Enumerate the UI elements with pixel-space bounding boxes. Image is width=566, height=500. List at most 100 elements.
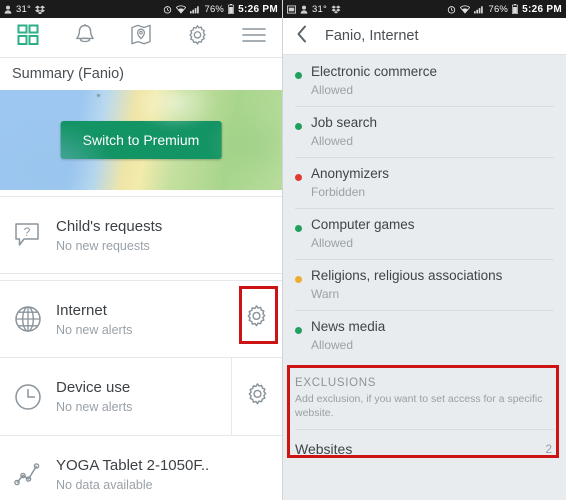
category-text: Religions, religious associations Warn [311, 268, 554, 301]
category-row-job-search[interactable]: Job search Allowed [283, 106, 566, 157]
chart-line-icon [0, 460, 56, 490]
wifi-icon [176, 4, 187, 14]
category-name: Job search [311, 115, 378, 130]
toolbar-item-map[interactable] [121, 21, 161, 55]
status-bar-right-icons: 76% 5:26 PM [163, 4, 278, 15]
exclusions-row-count: 2 [545, 442, 552, 457]
summary-row-subtitle: No new alerts [56, 322, 133, 337]
summary-row-subtitle: No new requests [56, 238, 150, 253]
temperature-label: 31° [312, 3, 327, 15]
device-use-settings-gear-button[interactable] [231, 358, 282, 435]
summary-row-title: Child's requests [56, 217, 163, 235]
category-row-religions[interactable]: Religions, religious associations Warn [283, 259, 566, 310]
clock-label: 5:26 PM [238, 3, 278, 15]
category-status: Allowed [311, 82, 354, 97]
status-bar-left-icons: 31° [287, 4, 341, 15]
category-name: News media [311, 319, 386, 334]
category-text: News media Allowed [311, 319, 554, 352]
summary-row-text: Child's requests No new requests [56, 218, 231, 253]
bell-icon [74, 23, 96, 52]
map-marker-dot [97, 94, 100, 97]
category-name: Religions, religious associations [311, 268, 503, 283]
dashboard-icon [17, 24, 39, 51]
battery-percent-label: 76% [488, 3, 509, 15]
category-text: Electronic commerce Allowed [311, 64, 554, 97]
back-button[interactable] [291, 25, 313, 48]
category-text: Anonymizers Forbidden [311, 166, 554, 199]
exclusions-section: EXCLUSIONS Add exclusion, if you want to… [283, 365, 566, 470]
signal-icon [190, 5, 200, 14]
toolbar-item-menu[interactable] [234, 21, 274, 55]
svg-text:?: ? [24, 225, 31, 239]
screenshot-icon [287, 4, 296, 14]
summary-row-gear-placeholder [231, 197, 282, 273]
category-row-computer-games[interactable]: Computer games Allowed [283, 208, 566, 259]
status-dot-allowed [295, 327, 302, 334]
internet-settings-gear-button[interactable] [231, 281, 282, 357]
detail-header: Fanio, Internet [283, 18, 566, 55]
clock-icon [0, 382, 56, 412]
status-dot-warn [295, 276, 302, 283]
battery-percent-label: 76% [204, 3, 225, 15]
category-name: Computer games [311, 217, 415, 232]
exclusions-row-websites[interactable]: Websites 2 [283, 430, 566, 470]
category-status: Allowed [311, 337, 354, 352]
battery-icon [512, 4, 519, 14]
signal-icon [474, 5, 484, 14]
clock-label: 5:26 PM [522, 3, 562, 15]
category-row-news-media[interactable]: News media Allowed [283, 310, 566, 361]
summary-row-subtitle: No new alerts [56, 400, 133, 414]
dropbox-icon [34, 5, 45, 14]
dual-screenshot: 31° 76% 5:26 PM Summary (Fanio) Switch t… [0, 0, 566, 500]
exclusions-caption: EXCLUSIONS [295, 377, 377, 389]
summary-row-internet[interactable]: Internet No new alerts [0, 280, 282, 358]
status-bar-right: 31° 76% 5:26 PM [283, 0, 566, 18]
toolbar-item-settings[interactable] [177, 21, 217, 55]
category-row-anonymizers[interactable]: Anonymizers Forbidden [283, 157, 566, 208]
gear-icon [244, 304, 269, 334]
summary-row-device-use[interactable]: Device use No new alerts [0, 358, 282, 436]
summary-row-childs-requests[interactable]: ? Child's requests No new requests [0, 196, 282, 274]
toolbar-item-notifications[interactable] [65, 21, 105, 55]
category-name: Anonymizers [311, 166, 390, 181]
summary-row-title: Internet [56, 301, 107, 319]
category-status: Forbidden [311, 184, 366, 199]
status-dot-allowed [295, 72, 302, 79]
category-status: Allowed [311, 235, 354, 250]
summary-row-text: Device use No new alerts [56, 379, 231, 414]
status-dot-allowed [295, 123, 302, 130]
premium-banner: Switch to Premium [0, 90, 282, 190]
toolbar-item-dashboard[interactable] [8, 21, 48, 55]
battery-icon [228, 4, 235, 14]
map-pin-icon [130, 23, 152, 52]
left-phone-screen: 31° 76% 5:26 PM Summary (Fanio) Switch t… [0, 0, 283, 500]
chevron-left-icon [296, 25, 308, 48]
question-bubble-icon: ? [0, 220, 56, 250]
wifi-icon [460, 4, 471, 14]
app-toolbar [0, 18, 282, 58]
exclusions-description: Add exclusion, if you want to set access… [295, 393, 543, 419]
temperature-label: 31° [16, 3, 31, 15]
right-phone-screen: 31° 76% 5:26 PM Fanio, Internet Electron… [283, 0, 566, 500]
alarm-icon [447, 5, 456, 14]
category-name: Electronic commerce [311, 64, 438, 79]
gear-icon [245, 382, 270, 412]
category-row-electronic-commerce[interactable]: Electronic commerce Allowed [283, 55, 566, 106]
summary-row-gear-placeholder [231, 436, 282, 500]
detail-title: Fanio, Internet [325, 28, 419, 44]
summary-row-text: Internet No new alerts [56, 302, 231, 337]
summary-list: ? Child's requests No new requests Inter… [0, 196, 282, 500]
switch-to-premium-button[interactable]: Switch to Premium [60, 121, 222, 159]
status-dot-allowed [295, 225, 302, 232]
category-text: Job search Allowed [311, 115, 554, 148]
page-title: Summary (Fanio) [0, 58, 282, 90]
exclusions-row-label: Websites [295, 441, 353, 458]
category-status: Warn [311, 286, 340, 301]
exclusions-header: EXCLUSIONS Add exclusion, if you want to… [283, 365, 566, 423]
status-bar-left: 31° 76% 5:26 PM [0, 0, 282, 18]
contact-icon [4, 5, 12, 14]
summary-row-text: YOGA Tablet 2-1050F.. No data available [56, 457, 231, 492]
summary-row-title: Device use [56, 379, 131, 396]
summary-row-subtitle: No data available [56, 478, 153, 492]
summary-row-yoga-tablet[interactable]: YOGA Tablet 2-1050F.. No data available [0, 436, 282, 500]
